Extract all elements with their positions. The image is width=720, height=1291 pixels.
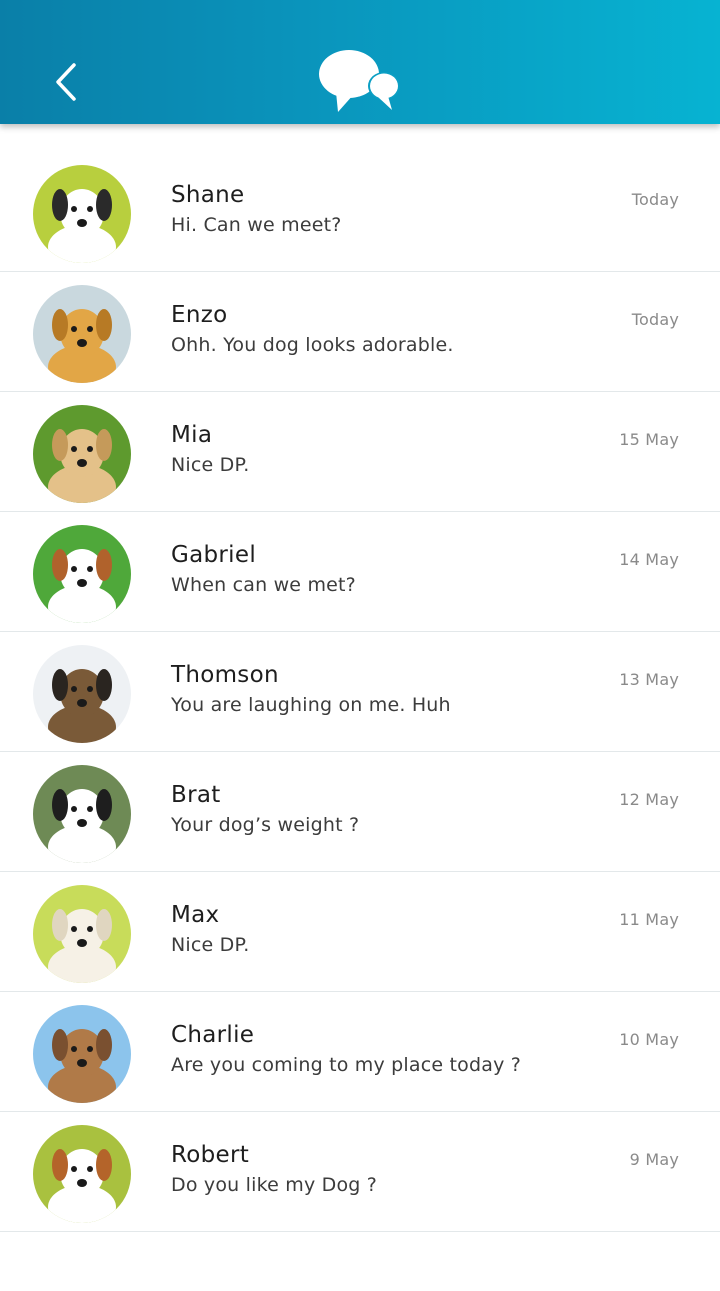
contact-name: Robert [171,1142,250,1168]
dog-avatar-image [33,405,131,503]
message-date: 12 May [619,790,679,809]
conversation-list: Shane Hi. Can we meet? Today Enzo Ohh. Y… [0,152,720,1232]
message-date: Today [631,310,679,329]
conversation-row[interactable]: Mia Nice DP. 15 May [0,392,720,512]
dog-avatar-image [33,765,131,863]
message-date: 10 May [619,1030,679,1049]
last-message: Ohh. You dog looks adorable. [171,334,454,356]
last-message: Hi. Can we meet? [171,214,342,236]
last-message: Are you coming to my place today ? [171,1054,522,1076]
contact-name: Thomson [171,662,279,688]
last-message: When can we met? [171,574,356,596]
dog-avatar-image [33,525,131,623]
contact-name: Shane [171,182,245,208]
message-date: 9 May [629,1150,679,1169]
avatar[interactable] [33,165,131,263]
message-date: 11 May [619,910,679,929]
conversation-row[interactable]: Max Nice DP. 11 May [0,872,720,992]
avatar[interactable] [33,645,131,743]
chat-bubbles-icon [319,50,400,112]
chevron-left-icon [56,63,76,101]
contact-name: Charlie [171,1022,255,1048]
last-message: Your dog’s weight ? [171,814,360,836]
last-message: You are laughing on me. Huh [171,694,451,716]
dog-avatar-image [33,1005,131,1103]
dog-avatar-image [33,285,131,383]
contact-name: Max [171,902,220,928]
avatar[interactable] [33,405,131,503]
avatar[interactable] [33,285,131,383]
avatar[interactable] [33,1005,131,1103]
avatar[interactable] [33,525,131,623]
message-date: 13 May [619,670,679,689]
avatar[interactable] [33,885,131,983]
message-date: 14 May [619,550,679,569]
message-date: Today [631,190,679,209]
message-date: 15 May [619,430,679,449]
conversation-row[interactable]: Robert Do you like my Dog ? 9 May [0,1112,720,1232]
last-message: Nice DP. [171,934,250,956]
conversation-row[interactable]: Charlie Are you coming to my place today… [0,992,720,1112]
app-header [0,0,720,124]
conversation-row[interactable]: Shane Hi. Can we meet? Today [0,152,720,272]
dog-avatar-image [33,165,131,263]
last-message: Nice DP. [171,454,250,476]
dog-avatar-image [33,1125,131,1223]
avatar[interactable] [33,1125,131,1223]
conversation-row[interactable]: Brat Your dog’s weight ? 12 May [0,752,720,872]
contact-name: Brat [171,782,221,808]
conversation-row[interactable]: Enzo Ohh. You dog looks adorable. Today [0,272,720,392]
conversation-row[interactable]: Gabriel When can we met? 14 May [0,512,720,632]
contact-name: Mia [171,422,213,448]
dog-avatar-image [33,885,131,983]
avatar[interactable] [33,765,131,863]
conversation-row[interactable]: Thomson You are laughing on me. Huh 13 M… [0,632,720,752]
last-message: Do you like my Dog ? [171,1174,378,1196]
contact-name: Enzo [171,302,228,328]
dog-avatar-image [33,645,131,743]
back-button[interactable] [46,58,86,106]
contact-name: Gabriel [171,542,257,568]
